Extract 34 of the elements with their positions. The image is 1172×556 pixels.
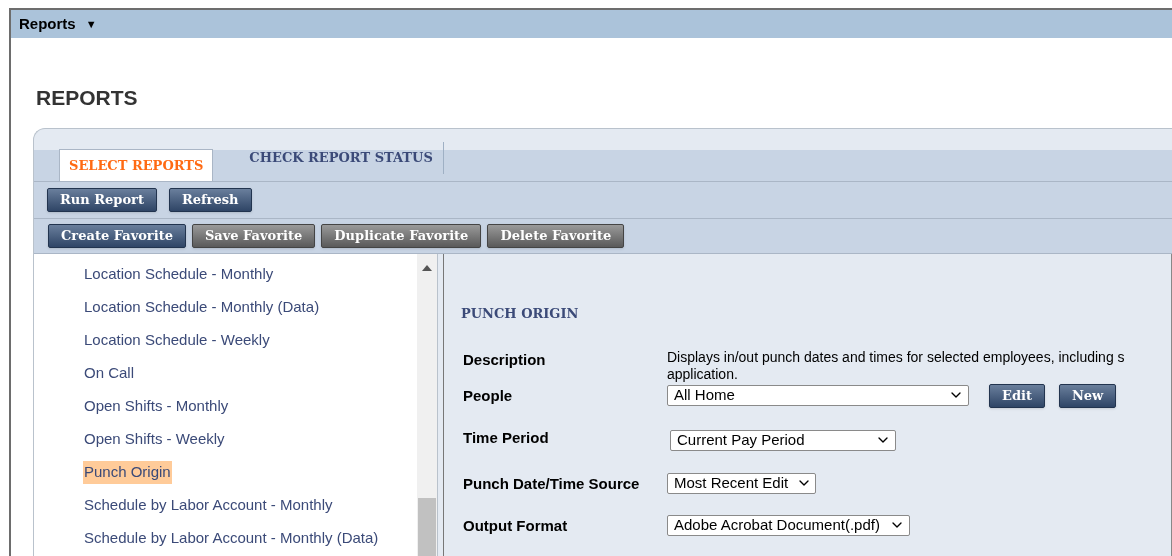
toolbar-button[interactable]: New — [1058, 383, 1117, 408]
field-label: People — [462, 385, 514, 406]
toolbar-button[interactable]: Save Favorite — [191, 224, 316, 248]
reports-menu[interactable]: Reports ▼ — [19, 12, 97, 36]
field-label: Punch Date/Time Source — [462, 473, 641, 494]
report-list-item[interactable]: Open Shifts - Weekly — [83, 428, 226, 451]
field-label: Description — [462, 349, 547, 370]
dropdown[interactable]: Most Recent Edit — [667, 472, 816, 494]
report-list-item[interactable]: Open Shifts - Monthly — [83, 395, 230, 418]
report-description: Displays in/out punch dates and times for selected employees, including s application. — [667, 348, 1125, 384]
scroll-up-icon[interactable] — [422, 265, 432, 271]
toolbar-button[interactable]: Refresh — [168, 188, 252, 212]
field-label: Output Format — [462, 515, 569, 536]
report-list-item[interactable]: On Call — [83, 362, 136, 385]
tab[interactable]: CHECK REPORT STATUS — [240, 142, 444, 174]
dropdown[interactable]: All Home — [667, 384, 969, 406]
report-list-item[interactable]: Punch Origin — [83, 461, 172, 484]
dropdown[interactable]: Adobe Acrobat Document(.pdf) — [667, 514, 910, 536]
dropdown[interactable]: Current Pay Period — [670, 429, 896, 451]
scrollbar-thumb[interactable] — [418, 498, 436, 556]
toolbar-button[interactable]: Run Report — [47, 188, 157, 212]
report-list-item[interactable]: Location Schedule - Weekly — [83, 329, 271, 352]
report-list-item[interactable]: Location Schedule - Monthly (Data) — [83, 296, 321, 319]
scrollbar[interactable] — [417, 254, 437, 556]
toolbar-button[interactable]: Edit — [989, 383, 1045, 408]
toolbar-button[interactable]: Duplicate Favorite — [321, 224, 482, 248]
report-list-item[interactable]: Location Schedule - Monthly — [83, 263, 275, 286]
field-label: Time Period — [462, 427, 550, 448]
toolbar-button[interactable]: Delete Favorite — [487, 224, 625, 248]
page-title: REPORTS — [36, 87, 139, 108]
report-list-item[interactable]: Schedule by Labor Account - Monthly (Data) — [83, 527, 380, 550]
toolbar-button[interactable]: Create Favorite — [48, 224, 186, 248]
report-list-item[interactable]: Schedule by Labor Account - Monthly — [83, 494, 334, 517]
report-title: PUNCH ORIGIN — [461, 305, 580, 323]
